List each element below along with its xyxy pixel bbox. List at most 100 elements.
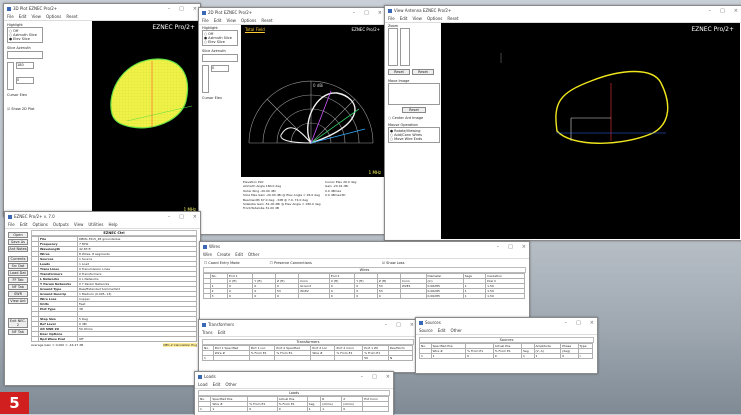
menu-edit[interactable]: Edit [19, 14, 27, 19]
minimize-icon[interactable]: – [565, 320, 568, 326]
menu-source[interactable]: Source [419, 328, 433, 333]
az-value[interactable]: 0 [211, 65, 229, 72]
table-cell[interactable]: 1 [306, 406, 322, 412]
maximize-icon[interactable]: □ [179, 214, 184, 220]
table-row[interactable]: 1100110 [197, 406, 389, 412]
swr-button[interactable]: SWR [8, 291, 28, 297]
close-icon[interactable]: × [590, 320, 594, 326]
table-cell[interactable]: 1 [210, 406, 249, 412]
view-ant-button[interactable]: View Ant [8, 298, 28, 304]
table-cell[interactable]: 1 [320, 406, 343, 412]
maximize-icon[interactable]: □ [179, 6, 184, 12]
table-cell[interactable]: 1 [202, 355, 214, 361]
close-icon[interactable]: × [193, 214, 197, 220]
minimize-icon[interactable]: – [385, 322, 388, 328]
table-cell[interactable]: 0 [341, 406, 364, 412]
menu-utilities[interactable]: Utilities [88, 222, 103, 227]
table-cell[interactable]: 3 [209, 293, 229, 299]
menu-options[interactable]: Options [241, 18, 256, 23]
table-cell[interactable]: 1 [462, 293, 487, 299]
close-icon[interactable]: × [734, 8, 738, 14]
elev-slider[interactable] [7, 62, 14, 90]
menu-edit[interactable]: Edit [213, 382, 221, 387]
currents-button[interactable]: Currents [8, 256, 28, 262]
close-icon[interactable]: × [410, 322, 414, 328]
table-cell[interactable]: N [387, 355, 414, 361]
window-3d-plot[interactable]: 3D Plot EZNEC Pro/2+ – □ × File Edit View Opti… [3, 3, 201, 217]
table-cell[interactable]: 1.50 [485, 293, 525, 299]
menu-view[interactable]: View [31, 14, 41, 19]
center-ant-checkbox[interactable]: ○ Center Ant Image [388, 116, 440, 120]
menu-edit[interactable]: Edit [214, 18, 222, 23]
elev-slider[interactable] [202, 65, 209, 93]
window-wires[interactable]: Wires – □ × Wire Create Edit Other ☐ Coord Ent… [199, 241, 530, 322]
maximize-icon[interactable]: □ [508, 244, 513, 250]
show-loss-checkbox[interactable]: ☑ Show Loss [382, 261, 405, 265]
title-bar[interactable]: Loads – □ × [195, 372, 393, 381]
summary-row[interactable]: Rpd Wave Eval Off [31, 336, 197, 342]
table-cell[interactable]: 0 [376, 293, 401, 299]
menu-edit[interactable]: Edit [400, 16, 408, 21]
menu-options[interactable]: Options [46, 14, 61, 19]
table-cell[interactable]: 1 [419, 353, 432, 359]
ant-notes-button[interactable]: Ant Notes [8, 246, 28, 252]
table-cell[interactable] [334, 355, 364, 361]
menu-edit[interactable]: Edit [20, 222, 28, 227]
maximize-icon[interactable]: □ [372, 374, 377, 380]
table-cell[interactable]: 0 [252, 293, 276, 299]
nf-tab-button[interactable]: NF Tab [8, 284, 28, 290]
table-cell[interactable] [362, 406, 389, 412]
title-bar[interactable]: Sources – □ × [416, 318, 597, 327]
maximize-icon[interactable]: □ [364, 10, 369, 16]
menu-file[interactable]: File [7, 14, 14, 19]
menu-wire[interactable]: Wire [203, 252, 212, 257]
radio-elev[interactable]: ○ Elev Slice [204, 40, 236, 44]
table-row[interactable]: 1100110I [419, 353, 594, 359]
table-cell[interactable]: 0 [354, 293, 378, 299]
menu-view[interactable]: View [74, 222, 84, 227]
window-view-antenna[interactable]: View Antenna EZNEC Pro/2+ – □ × File Edit Vie… [384, 5, 741, 241]
menu-file[interactable]: File [388, 16, 395, 21]
menu-create[interactable]: Create [217, 252, 230, 257]
title-bar[interactable]: View Antenna EZNEC Pro/2+ – □ × [385, 6, 741, 15]
close-icon[interactable]: × [386, 374, 390, 380]
table-cell[interactable]: 1 [520, 353, 535, 359]
table-row[interactable]: 3 0 0 0 0 0 0 0.06285 1 1.50 [203, 293, 525, 299]
radio-elev[interactable]: ● Elev Slice [9, 37, 41, 41]
menu-edit[interactable]: Edit [235, 252, 243, 257]
open-button[interactable]: Open [8, 232, 28, 238]
menu-reset[interactable]: Reset [66, 14, 77, 19]
table-cell[interactable] [274, 355, 312, 361]
table-cell[interactable] [399, 293, 427, 299]
menu-view[interactable]: View [412, 16, 422, 21]
header-row[interactable]: No. Specified Pos. Actual Pos. Amplitude Pha… [419, 343, 594, 349]
window-main[interactable]: EZNEC Pro/2+ v. 7.0 – □ × File Edit Options Ou… [4, 211, 201, 386]
table-row[interactable]: 1 50 N [202, 355, 414, 361]
window-loads[interactable]: Loads – □ × Load Edit Other Loads No. Specifie… [194, 371, 394, 415]
table-cell[interactable] [298, 293, 330, 299]
menu-other[interactable]: Other [225, 382, 236, 387]
table-cell[interactable]: 0 [560, 353, 579, 359]
title-bar[interactable]: 3D Plot EZNEC Pro/2+ – □ × [4, 4, 200, 13]
menu-view[interactable]: View [226, 18, 236, 23]
table-cell[interactable]: 0 [247, 406, 278, 412]
title-bar[interactable]: Wires – □ × [200, 242, 529, 251]
move-reset-button[interactable]: Reset [402, 107, 426, 113]
table-cell[interactable]: 0 [492, 353, 522, 359]
coord-entry-checkbox[interactable]: ☐ Coord Entry Mode [204, 261, 240, 265]
move-image-pad[interactable] [388, 83, 440, 105]
save-as-button[interactable]: Save As [8, 239, 28, 245]
load-dat-button[interactable]: Load Dat [8, 270, 28, 276]
reset-button-2[interactable]: Reset [412, 69, 434, 75]
menu-other[interactable]: Other [451, 328, 462, 333]
table-cell[interactable]: 1 [533, 353, 562, 359]
reset-button[interactable]: Reset [388, 69, 410, 75]
minimize-icon[interactable]: – [168, 214, 171, 220]
window-transformers[interactable]: Transformers – □ × Trans Edit Transformers N… [198, 319, 418, 373]
maximize-icon[interactable]: □ [576, 320, 581, 326]
title-bar[interactable]: Transformers – □ × [199, 320, 417, 329]
show-2d-checkbox[interactable]: ☑ Show 2D Plot [7, 107, 43, 111]
table-cell[interactable]: 0 [328, 293, 356, 299]
menu-load[interactable]: Load [198, 382, 208, 387]
maximize-icon[interactable]: □ [396, 322, 401, 328]
